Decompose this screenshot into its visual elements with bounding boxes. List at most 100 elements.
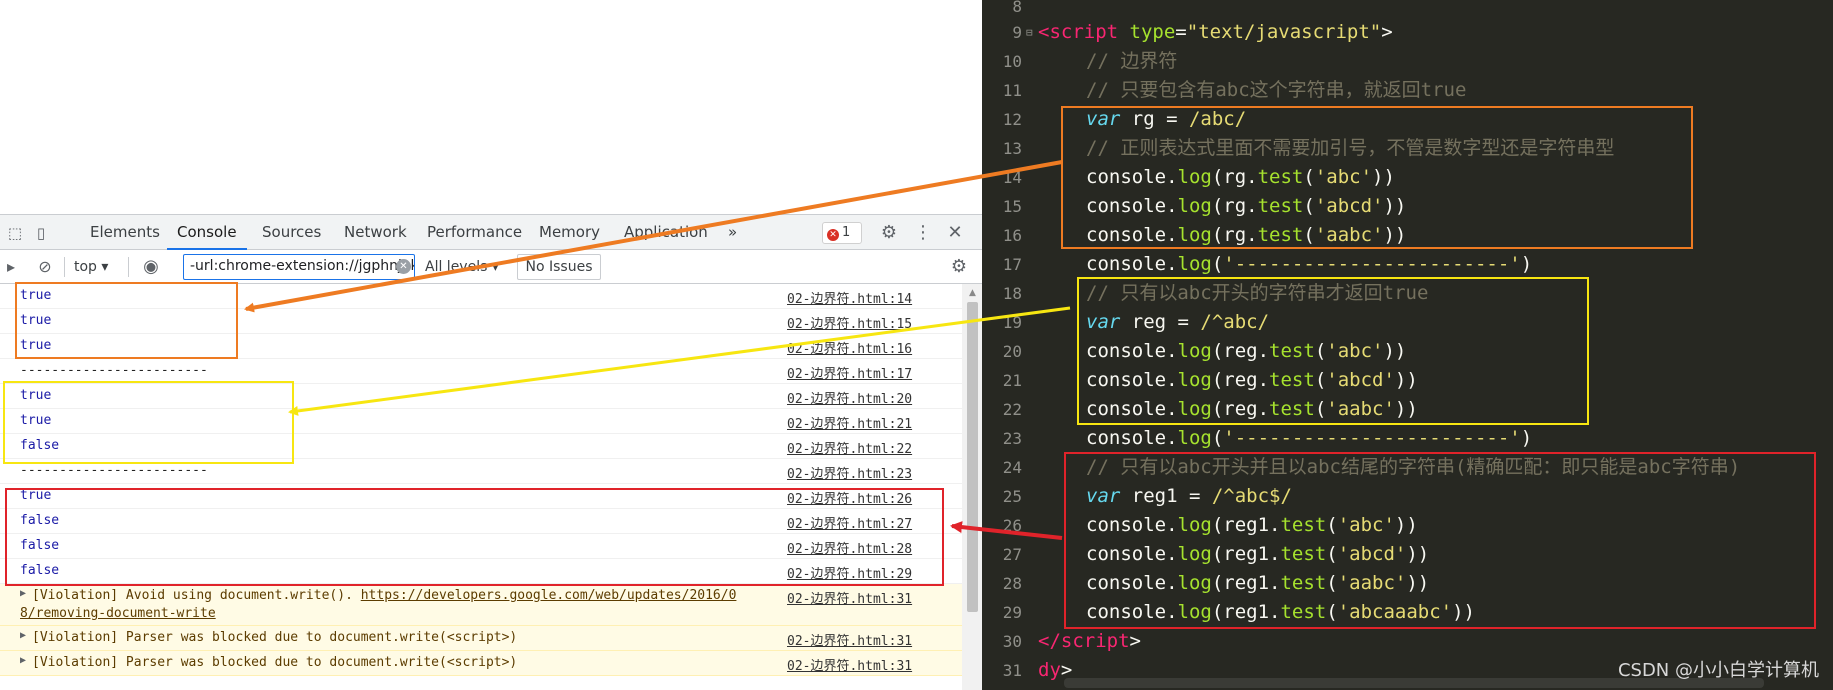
divider <box>128 257 129 277</box>
error-count-badge[interactable]: ✕ 1 <box>822 222 862 244</box>
code-comment: // 只要包含有abc这个字符串，就返回true <box>1086 79 1467 101</box>
console-scrollbar[interactable]: ▲ <box>962 284 982 690</box>
console-row: false 02-边界符.html:27 <box>0 509 962 534</box>
clear-console-icon[interactable]: ⊘ <box>34 256 56 278</box>
source-link[interactable]: 02-边界符.html:14 <box>787 288 912 307</box>
console-row: true 02-边界符.html:20 <box>0 384 962 409</box>
code-line: console.log(reg1.test('abcd')) <box>1086 543 1430 565</box>
code-line: console.log('------------------------') <box>1086 427 1533 449</box>
issues-button[interactable]: No Issues <box>517 254 601 280</box>
line-number: 21 <box>1002 371 1022 390</box>
source-link[interactable]: 02-边界符.html:29 <box>787 563 912 582</box>
source-link[interactable]: 02-边界符.html:27 <box>787 513 912 532</box>
expand-triangle-icon[interactable]: ▶ <box>20 588 26 599</box>
fold-toggle-icon[interactable]: ⊟ <box>1026 18 1033 47</box>
code-line: console.log(reg1.test('abc')) <box>1086 514 1418 536</box>
source-link[interactable]: 02-边界符.html:20 <box>787 388 912 407</box>
line-number: 15 <box>1002 197 1022 216</box>
line-number: 16 <box>1002 226 1022 245</box>
line-number: 28 <box>1002 574 1022 593</box>
tab-application[interactable]: Application <box>614 215 718 250</box>
line-number: 13 <box>1002 139 1022 158</box>
code-line: <script type="text/javascript"> <box>1038 21 1393 43</box>
code-line: console.log(reg.test('abcd')) <box>1086 369 1418 391</box>
divider <box>64 257 65 277</box>
source-link[interactable]: 02-边界符.html:16 <box>787 338 912 357</box>
code-line: var reg1 = /^abc$/ <box>1086 485 1292 507</box>
code-line: console.log(rg.test('abcd')) <box>1086 195 1407 217</box>
line-number: 24 <box>1002 458 1022 477</box>
close-devtools-icon[interactable]: ✕ <box>944 223 966 243</box>
code-line: console.log(reg.test('aabc')) <box>1086 398 1418 420</box>
tab-memory[interactable]: Memory <box>529 215 610 250</box>
tab-network[interactable]: Network <box>334 215 417 250</box>
tab-console[interactable]: Console <box>167 215 247 250</box>
console-settings-gear-icon[interactable]: ⚙ <box>948 256 970 278</box>
line-number: 26 <box>1002 516 1022 535</box>
expand-triangle-icon[interactable]: ▶ <box>20 630 26 641</box>
source-link[interactable]: 02-边界符.html:22 <box>787 438 912 457</box>
console-warning-row: ▶ [Violation] Parser was blocked due to … <box>0 651 962 676</box>
browser-pane: ⬚ ▯ Elements Console Sources Network Per… <box>0 0 982 690</box>
code-comment: // 正则表达式里面不需要加引号，不管是数字型还是字符串型 <box>1086 137 1615 159</box>
devtools-tab-bar: ⬚ ▯ Elements Console Sources Network Per… <box>0 214 982 250</box>
source-link[interactable]: 02-边界符.html:26 <box>787 488 912 507</box>
console-row: true 02-边界符.html:15 <box>0 309 962 334</box>
source-link[interactable]: 02-边界符.html:21 <box>787 413 912 432</box>
code-line: console.log('------------------------') <box>1086 253 1533 275</box>
source-link[interactable]: 02-边界符.html:31 <box>787 630 912 649</box>
source-link[interactable]: 02-边界符.html:15 <box>787 313 912 332</box>
context-selector[interactable]: top ▾ <box>74 256 108 278</box>
watermark: CSDN @小小白学计算机 <box>1617 660 1819 681</box>
line-number: 25 <box>1002 487 1022 506</box>
line-number: 19 <box>1002 313 1022 332</box>
source-link[interactable]: 02-边界符.html:31 <box>787 588 912 607</box>
code-line: var reg = /^abc/ <box>1086 311 1270 333</box>
console-row: false 02-边界符.html:29 <box>0 559 962 584</box>
warning-link[interactable]: https://developers.google.com/web/update… <box>361 588 737 603</box>
sidebar-toggle-icon[interactable]: ▸ <box>0 256 22 278</box>
console-row: true 02-边界符.html:16 <box>0 334 962 359</box>
console-row: false 02-边界符.html:28 <box>0 534 962 559</box>
line-number: 23 <box>1002 429 1022 448</box>
device-toolbar-icon[interactable]: ▯ <box>30 223 52 243</box>
console-row: true 02-边界符.html:26 <box>0 484 962 509</box>
line-number: 27 <box>1002 545 1022 564</box>
tab-sources[interactable]: Sources <box>252 215 331 250</box>
line-number: 10 <box>1002 52 1022 71</box>
more-tabs-button[interactable]: » <box>718 215 747 250</box>
inspect-element-icon[interactable]: ⬚ <box>4 223 26 243</box>
scrollbar-thumb[interactable] <box>967 302 978 612</box>
code-line: console.log(reg.test('abc')) <box>1086 340 1407 362</box>
code-editor[interactable]: 8 9 ⊟ 10 11 12 13 14 15 16 17 18 19 20 2… <box>982 0 1833 690</box>
line-number: 17 <box>1002 255 1022 274</box>
console-filter-input[interactable]: -url:chrome-extension://jgphnjokjhjlcnna… <box>183 254 415 280</box>
line-number: 29 <box>1002 603 1022 622</box>
console-warning-row: ▶ [Violation] Avoid using document.write… <box>0 584 962 626</box>
line-number: 30 <box>1002 632 1022 651</box>
console-row: true 02-边界符.html:21 <box>0 409 962 434</box>
console-toolbar: ▸ ⊘ top ▾ ◉ -url:chrome-extension://jgph… <box>0 250 982 284</box>
live-expression-eye-icon[interactable]: ◉ <box>140 256 162 278</box>
code-comment: // 只有以abc开头的字符串才返回true <box>1086 282 1429 304</box>
source-link[interactable]: 02-边界符.html:17 <box>787 363 912 382</box>
line-number: 18 <box>1002 284 1022 303</box>
scroll-up-arrow-icon[interactable]: ▲ <box>967 288 978 298</box>
line-number: 22 <box>1002 400 1022 419</box>
source-link[interactable]: 02-边界符.html:31 <box>787 655 912 674</box>
expand-triangle-icon[interactable]: ▶ <box>20 655 26 666</box>
settings-gear-icon[interactable]: ⚙ <box>878 223 900 243</box>
clear-filter-icon[interactable]: ✕ <box>396 259 411 274</box>
console-row: ------------------------ 02-边界符.html:23 <box>0 459 962 484</box>
warning-link-continued[interactable]: 8/removing-document-write <box>20 606 216 621</box>
source-link[interactable]: 02-边界符.html:23 <box>787 463 912 482</box>
more-options-icon[interactable]: ⋮ <box>912 223 934 243</box>
source-link[interactable]: 02-边界符.html:28 <box>787 538 912 557</box>
log-levels-dropdown[interactable]: All levels ▾ <box>425 256 499 278</box>
code-line: console.log(rg.test('aabc')) <box>1086 224 1407 246</box>
code-line: console.log(reg1.test('abcaaabc')) <box>1086 601 1475 623</box>
tab-elements[interactable]: Elements <box>80 215 170 250</box>
code-line: var rg = /abc/ <box>1086 108 1247 130</box>
page-viewport <box>0 0 982 214</box>
tab-performance[interactable]: Performance <box>417 215 532 250</box>
